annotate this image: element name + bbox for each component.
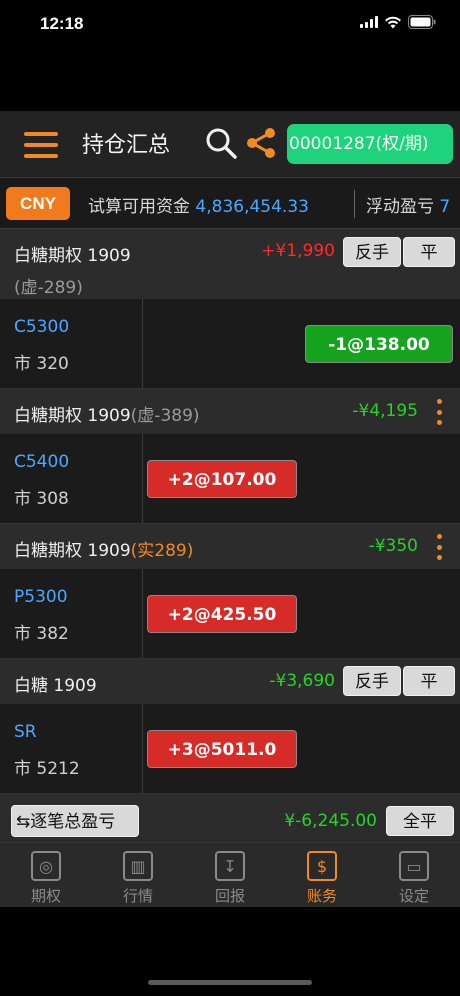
more-icon[interactable] [437, 399, 443, 425]
share-icon[interactable] [244, 126, 278, 160]
order-button[interactable]: +2@107.00 [147, 460, 297, 498]
account-icon: $ [307, 851, 337, 881]
nav-bar: 持仓汇总 00001287(权/期) [0, 111, 460, 177]
group-pnl: +¥1,990 [261, 241, 335, 261]
contract-code: C5400 [14, 452, 70, 472]
contract-code: SR [14, 722, 37, 742]
tab-label: 回报 [214, 887, 245, 905]
settings-icon: ▭ [399, 851, 429, 881]
row-divider [142, 299, 143, 388]
tab-label: 行情 [122, 887, 153, 905]
position-row[interactable]: C5300 市 320 -1@138.00 [0, 299, 460, 389]
tab-quotes[interactable]: ▥ 行情 [92, 843, 184, 907]
signal-icon [360, 16, 378, 28]
group-name-text: 白糖期权 1909 [14, 406, 131, 426]
row-divider [142, 569, 143, 658]
market-price: 市 320 [14, 354, 69, 374]
contract-code: P5300 [14, 587, 68, 607]
tab-label: 设定 [398, 887, 429, 905]
available-funds: 试算可用资金 4,836,454.33 [88, 192, 309, 217]
currency-button[interactable]: CNY [6, 187, 70, 220]
status-icons [360, 15, 436, 29]
positions-list: 白糖期权 1909 (虚-289) +¥1,990 反手 平 C5300 市 3… [0, 229, 460, 850]
search-icon[interactable] [204, 126, 238, 160]
tab-label: 账务 [306, 887, 337, 905]
battery-icon [408, 15, 436, 29]
funds-divider [354, 190, 355, 218]
row-divider [142, 434, 143, 523]
group-pnl: -¥3,690 [269, 671, 335, 691]
close-position-button[interactable]: 平 [403, 666, 455, 696]
report-icon: ↧ [215, 851, 245, 881]
tab-accounts[interactable]: $ 账务 [276, 843, 368, 907]
position-row[interactable]: SR 市 5212 +3@5011.0 [0, 704, 460, 794]
page-title: 持仓汇总 [82, 133, 171, 158]
swap-icon: ⇆ [16, 812, 31, 832]
float-pnl-label: 浮动盈亏 [366, 197, 434, 217]
position-row[interactable]: C5400 市 308 +2@107.00 [0, 434, 460, 524]
status-bar: 12:18 [0, 0, 460, 50]
group-pnl: -¥350 [368, 536, 418, 556]
group-note: (虚-289) [14, 278, 83, 298]
close-position-button[interactable]: 平 [403, 237, 455, 267]
group-name: 白糖期权 1909(虚-389) [14, 401, 200, 426]
account-selector[interactable]: 00001287(权/期) [287, 124, 453, 164]
funds-bar: CNY 试算可用资金 4,836,454.33 浮动盈亏 7 [0, 177, 460, 229]
reverse-button[interactable]: 反手 [343, 666, 401, 696]
float-pnl-value: 7 [439, 197, 451, 217]
group-note: (虚-389) [130, 406, 200, 426]
reverse-button[interactable]: 反手 [343, 237, 401, 267]
market-price: 市 382 [14, 624, 69, 644]
available-funds-value: 4,836,454.33 [195, 197, 309, 217]
status-time: 12:18 [40, 14, 84, 33]
group-name: 白糖 1909 [14, 676, 97, 696]
position-group-header: 白糖期权 1909(虚-389) -¥4,195 [0, 389, 460, 434]
market-price: 市 308 [14, 489, 69, 509]
tab-label: 期权 [30, 887, 61, 905]
group-name: 白糖期权 1909(实289) [14, 536, 193, 561]
group-name: 白糖期权 1909 [14, 246, 131, 266]
more-icon[interactable] [437, 534, 443, 560]
position-row[interactable]: P5300 市 382 +2@425.50 [0, 569, 460, 659]
market-price: 市 5212 [14, 759, 80, 779]
tab-reports[interactable]: ↧ 回报 [184, 843, 276, 907]
tab-options[interactable]: ◎ 期权 [0, 843, 92, 907]
tab-settings[interactable]: ▭ 设定 [368, 843, 460, 907]
target-icon: ◎ [31, 851, 61, 881]
home-indicator[interactable] [148, 980, 312, 985]
detail-pnl-label: 逐笔总盈亏 [30, 812, 116, 832]
wifi-icon [385, 16, 401, 28]
row-divider [142, 704, 143, 793]
group-name-text: 白糖期权 1909 [14, 541, 131, 561]
chart-icon: ▥ [123, 851, 153, 881]
total-pnl-value: ¥-6,245.00 [284, 811, 377, 831]
available-funds-label: 试算可用资金 [88, 197, 190, 217]
close-all-button[interactable]: 全平 [386, 806, 454, 836]
position-group-header: 白糖期权 1909(实289) -¥350 [0, 524, 460, 569]
menu-icon[interactable] [24, 132, 58, 158]
group-note: (实289) [130, 541, 194, 561]
order-button[interactable]: -1@138.00 [305, 325, 453, 363]
position-group-header: 白糖 1909 -¥3,690 反手 平 [0, 659, 460, 704]
order-button[interactable]: +3@5011.0 [147, 730, 297, 768]
detail-pnl-button[interactable]: ⇆逐笔总盈亏 [11, 805, 139, 837]
group-pnl: -¥4,195 [352, 401, 418, 421]
order-button[interactable]: +2@425.50 [147, 595, 297, 633]
tab-bar: ◎ 期权 ▥ 行情 ↧ 回报 $ 账务 ▭ 设定 [0, 842, 460, 907]
contract-code: C5300 [14, 317, 70, 337]
float-pnl: 浮动盈亏 7 [366, 192, 450, 217]
position-group-header: 白糖期权 1909 (虚-289) +¥1,990 反手 平 [0, 229, 460, 299]
